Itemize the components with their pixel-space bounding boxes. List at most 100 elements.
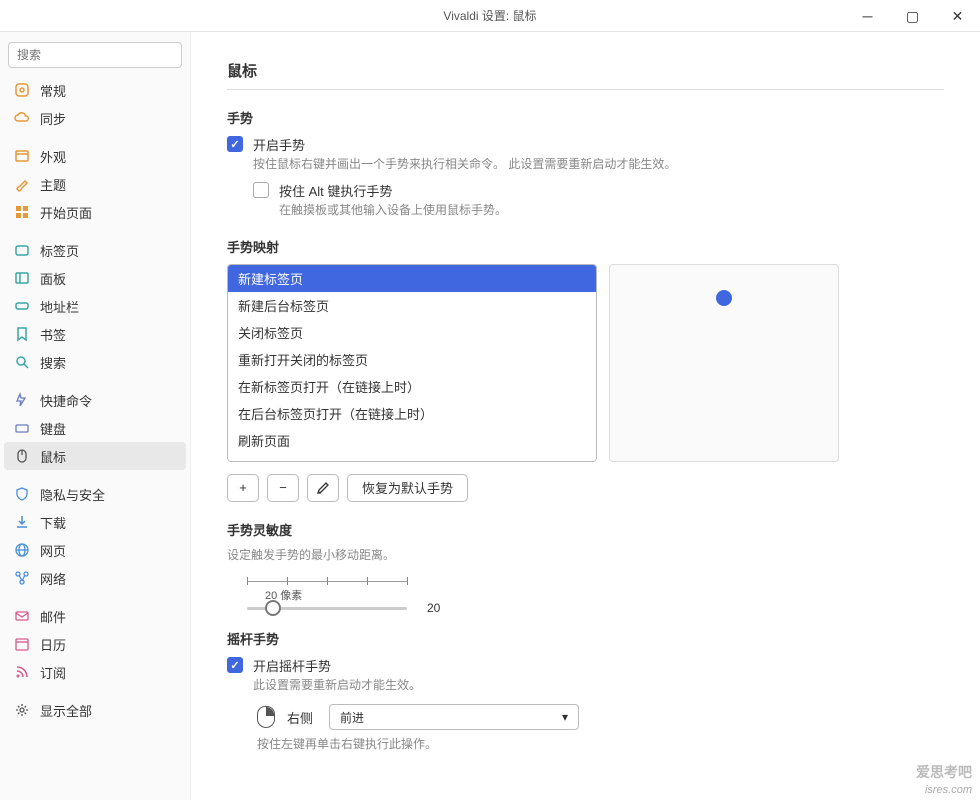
gesture-item[interactable]: 新建后台标签页 <box>228 292 596 319</box>
sidebar-item-label: 同步 <box>40 109 66 128</box>
rocker-action-dropdown[interactable]: 前进 ▾ <box>329 704 579 730</box>
sidebar-item-startpage[interactable]: 开始页面 <box>0 198 190 226</box>
gesture-list[interactable]: 新建标签页 新建后台标签页 关闭标签页 重新打开关闭的标签页 在新标签页打开（在… <box>227 264 597 462</box>
sidebar-item-label: 常规 <box>40 81 66 100</box>
slider-thumb[interactable] <box>265 600 281 616</box>
slider-value: 20 <box>427 601 440 615</box>
sidebar-item-addressbar[interactable]: 地址栏 <box>0 292 190 320</box>
minimize-button[interactable]: ─ <box>845 0 890 32</box>
sidebar-item-mouse[interactable]: 鼠标 <box>4 442 186 470</box>
content-area: 鼠标 手势 开启手势 按住鼠标右键并画出一个手势来执行相关命令。 此设置需要重新… <box>191 32 980 800</box>
calendar-icon <box>14 636 30 652</box>
enable-rocker-label: 开启摇杆手势 <box>253 656 421 675</box>
sidebar-item-feeds[interactable]: 订阅 <box>0 658 190 686</box>
rocker-side-label: 右侧 <box>287 708 317 727</box>
sidebar-item-bookmarks[interactable]: 书签 <box>0 320 190 348</box>
sidebar-item-quickcommands[interactable]: 快捷命令 <box>0 386 190 414</box>
sidebar-item-showall[interactable]: 显示全部 <box>0 696 190 724</box>
titlebar: Vivaldi 设置: 鼠标 ─ ▢ ✕ <box>0 0 980 32</box>
alt-gestures-desc: 在触摸板或其他输入设备上使用鼠标手势。 <box>279 202 507 219</box>
alt-gestures-label: 按住 Alt 键执行手势 <box>279 181 507 200</box>
addressbar-icon <box>14 298 30 314</box>
search-input[interactable] <box>8 42 182 68</box>
gesture-item[interactable]: 新建标签页 <box>228 265 596 292</box>
keyboard-icon <box>14 420 30 436</box>
rocker-note: 按住左键再单击右键执行此操作。 <box>257 736 944 753</box>
sidebar-item-mail[interactable]: 邮件 <box>0 602 190 630</box>
gesture-item[interactable]: 后退 <box>228 454 596 462</box>
tab-icon <box>14 242 30 258</box>
sidebar-item-label: 下载 <box>40 513 66 532</box>
sidebar-item-label: 日历 <box>40 635 66 654</box>
enable-rocker-checkbox[interactable] <box>227 657 243 673</box>
restore-defaults-button[interactable]: 恢复为默认手势 <box>347 474 468 502</box>
gesture-item[interactable]: 刷新页面 <box>228 427 596 454</box>
bolt-icon <box>14 392 30 408</box>
sidebar-item-webpages[interactable]: 网页 <box>0 536 190 564</box>
network-icon <box>14 570 30 586</box>
settings-icon <box>14 702 30 718</box>
window-icon <box>14 148 30 164</box>
globe-icon <box>14 542 30 558</box>
sidebar-item-label: 邮件 <box>40 607 66 626</box>
sidebar-item-sync[interactable]: 同步 <box>0 104 190 132</box>
sidebar-item-panel[interactable]: 面板 <box>0 264 190 292</box>
sensitivity-slider[interactable]: 20 <box>247 605 407 611</box>
enable-rocker-desc: 此设置需要重新启动才能生效。 <box>253 677 421 694</box>
sidebar-item-label: 键盘 <box>40 419 66 438</box>
watermark-top: 爱思考吧 <box>916 762 972 782</box>
sidebar-item-downloads[interactable]: 下载 <box>0 508 190 536</box>
sidebar-item-appearance[interactable]: 外观 <box>0 142 190 170</box>
gesture-item[interactable]: 关闭标签页 <box>228 319 596 346</box>
sidebar-item-privacy[interactable]: 隐私与安全 <box>0 480 190 508</box>
gesture-dot <box>716 290 732 306</box>
panel-icon <box>14 270 30 286</box>
mouse-icon <box>14 448 30 464</box>
chevron-down-icon: ▾ <box>562 710 568 724</box>
gear-icon <box>14 82 30 98</box>
gesture-item[interactable]: 重新打开关闭的标签页 <box>228 346 596 373</box>
sidebar-item-label: 主题 <box>40 175 66 194</box>
edit-gesture-button[interactable] <box>307 474 339 502</box>
sidebar-item-label: 标签页 <box>40 241 79 260</box>
sidebar-item-label: 面板 <box>40 269 66 288</box>
sidebar-item-keyboard[interactable]: 键盘 <box>0 414 190 442</box>
sidebar-item-label: 显示全部 <box>40 701 92 720</box>
grid-icon <box>14 204 30 220</box>
sidebar-item-label: 网络 <box>40 569 66 588</box>
rocker-heading: 摇杆手势 <box>227 629 944 648</box>
maximize-button[interactable]: ▢ <box>890 0 935 32</box>
sidebar-item-label: 隐私与安全 <box>40 485 105 504</box>
sidebar-item-label: 网页 <box>40 541 66 560</box>
sidebar-item-tabs[interactable]: 标签页 <box>0 236 190 264</box>
watermark-bottom: isres.com <box>925 784 972 796</box>
sidebar-item-themes[interactable]: 主题 <box>0 170 190 198</box>
sidebar-item-calendar[interactable]: 日历 <box>0 630 190 658</box>
cloud-icon <box>14 110 30 126</box>
search-icon <box>14 354 30 370</box>
sidebar-item-label: 鼠标 <box>40 447 66 466</box>
mail-icon <box>14 608 30 624</box>
brush-icon <box>14 176 30 192</box>
download-icon <box>14 514 30 530</box>
sensitivity-desc: 设定触发手势的最小移动距离。 <box>227 547 944 564</box>
alt-gestures-checkbox[interactable] <box>253 182 269 198</box>
sidebar-item-label: 订阅 <box>40 663 66 682</box>
sidebar-item-general[interactable]: 常规 <box>0 76 190 104</box>
close-button[interactable]: ✕ <box>935 0 980 32</box>
sidebar-item-label: 快捷命令 <box>40 391 92 410</box>
enable-gestures-checkbox[interactable] <box>227 136 243 152</box>
mapping-heading: 手势映射 <box>227 237 944 256</box>
gesture-item[interactable]: 在新标签页打开（在链接上时） <box>228 373 596 400</box>
sensitivity-heading: 手势灵敏度 <box>227 520 944 539</box>
sidebar-item-network[interactable]: 网络 <box>0 564 190 592</box>
sidebar-item-label: 搜索 <box>40 353 66 372</box>
remove-gesture-button[interactable]: − <box>267 474 299 502</box>
sidebar-item-search[interactable]: 搜索 <box>0 348 190 376</box>
add-gesture-button[interactable]: + <box>227 474 259 502</box>
gesture-preview <box>609 264 839 462</box>
page-title: 鼠标 <box>227 60 944 90</box>
sidebar-item-label: 外观 <box>40 147 66 166</box>
gesture-item[interactable]: 在后台标签页打开（在链接上时） <box>228 400 596 427</box>
rss-icon <box>14 664 30 680</box>
